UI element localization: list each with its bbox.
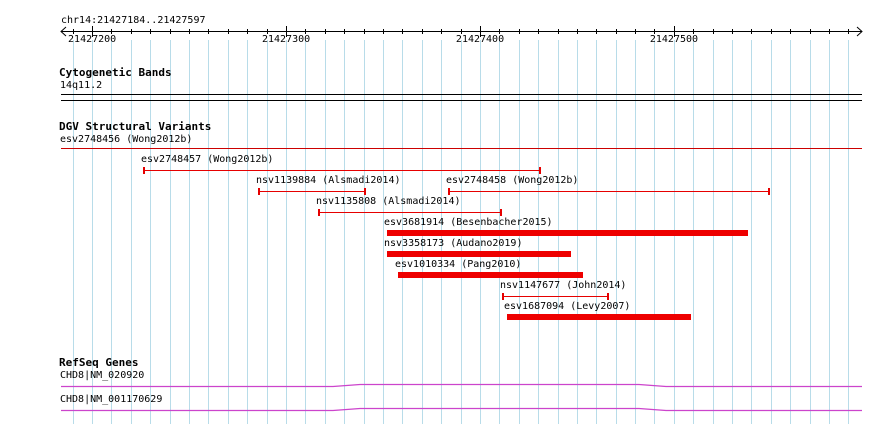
cnv-right-cap [607,293,609,300]
ruler-tick-label: 21427200 [68,34,117,45]
cnv-right-cap [539,167,541,174]
dgv-feature-label[interactable]: esv2748457 (Wong2012b) [141,154,273,166]
dgv-top-feature-label[interactable]: esv2748456 (Wong2012b) [60,134,192,146]
dgv-feature-label[interactable]: esv2748458 (Wong2012b) [446,175,578,187]
dgv-feature-label[interactable]: nsv1147677 (John2014) [500,280,626,292]
ruler-tick-label: 21427500 [649,34,699,45]
cytobands-track-title[interactable]: Cytogenetic Bands [59,67,172,79]
dgv-track-title[interactable]: DGV Structural Variants [59,121,211,133]
cnv-right-cap [364,188,366,195]
cnv-left-cap [502,293,504,300]
gene-label[interactable]: CHD8|NM_020920 [60,370,144,382]
cnv-left-cap [143,167,145,174]
cnv-bar [507,314,691,320]
cnv-bar [398,272,583,278]
dgv-feature-label[interactable]: esv1687094 (Levy2007) [504,301,630,313]
cnv-left-cap [258,188,260,195]
cnv-bar [387,230,748,236]
dgv-feature-label[interactable]: nsv3358173 (Audano2019) [384,238,522,250]
dgv-feature-label[interactable]: esv1010334 (Pang2010) [395,259,521,271]
cnv-bar [387,251,571,257]
cnv-right-cap [500,209,502,216]
cnv-left-cap [448,188,450,195]
cytoband-label: 14q11.2 [60,80,103,91]
gene-label[interactable]: CHD8|NM_001170629 [60,394,162,406]
ruler-tick-label: 21427300 [261,34,311,45]
dgv-feature-label[interactable]: esv3681914 (Besenbacher2015) [384,217,553,229]
cnv-right-cap [768,188,770,195]
dgv-feature-label[interactable]: nsv1139884 (Alsmadi2014) [256,175,401,187]
ruler-region-label: chr14:21427184..21427597 [61,15,206,26]
refseq-track-title[interactable]: RefSeq Genes [59,357,138,369]
dgv-feature-label[interactable]: nsv1135808 (Alsmadi2014) [316,196,461,208]
cnv-left-cap [318,209,320,216]
ruler-tick-label: 21427400 [455,34,505,45]
